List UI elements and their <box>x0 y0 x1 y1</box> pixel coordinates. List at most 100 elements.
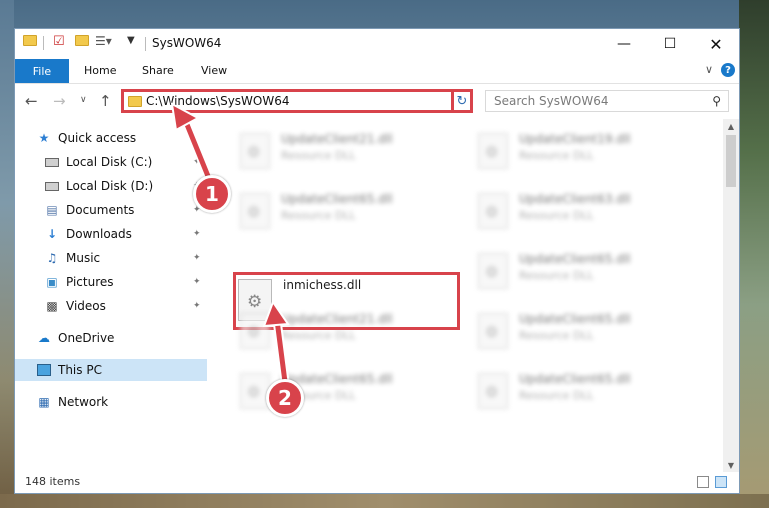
list-item[interactable]: ⚙ UpdateClient21.dll Resource DLL <box>234 127 464 177</box>
help-button[interactable]: ? <box>721 63 735 77</box>
details-view-icon[interactable] <box>697 476 709 488</box>
videos-icon: ▩ <box>46 299 58 313</box>
file-type: Resource DLL <box>281 149 356 162</box>
drive-icon <box>45 179 59 193</box>
address-path: C:\Windows\SysWOW64 <box>146 94 290 108</box>
desktop-background-bottom <box>0 494 769 508</box>
address-bar[interactable]: C:\Windows\SysWOW64 ∨ <box>121 89 471 113</box>
close-button[interactable]: ✕ <box>693 29 739 59</box>
cloud-icon: ☁ <box>38 331 50 345</box>
dll-file-icon: ⚙ <box>478 193 508 229</box>
up-arrow-icon[interactable]: ↑ <box>99 92 112 110</box>
sidebar-item-label: Music <box>66 251 101 265</box>
download-icon: ↓ <box>46 227 58 241</box>
pin-icon[interactable]: ✦ <box>193 253 201 263</box>
dll-file-icon: ⚙ <box>240 313 270 349</box>
ribbon-tabs: File Home Share View ∨ ? <box>15 59 739 84</box>
tab-home[interactable]: Home <box>84 64 116 77</box>
sidebar-item-videos[interactable]: ▩ Videos ✦ <box>15 295 207 317</box>
sidebar-item-onedrive[interactable]: ☁ OneDrive <box>15 327 207 349</box>
sidebar-item-local-disk-d[interactable]: Local Disk (D:) ✦ <box>15 175 207 197</box>
dll-file-icon: ⚙ <box>478 313 508 349</box>
search-placeholder: Search SysWOW64 <box>494 94 609 108</box>
search-input[interactable]: Search SysWOW64 ⚲ <box>485 90 729 112</box>
forward-arrow-icon[interactable]: → <box>53 92 66 110</box>
file-name: UpdateClient65.dll <box>519 372 631 386</box>
sidebar-item-downloads[interactable]: ↓ Downloads ✦ <box>15 223 207 245</box>
tab-view[interactable]: View <box>201 64 227 77</box>
music-icon: ♫ <box>46 251 58 265</box>
pin-icon[interactable]: ✦ <box>193 301 201 311</box>
sidebar-item-documents[interactable]: ▤ Documents ✦ <box>15 199 207 221</box>
step-1-badge: 1 <box>193 175 231 213</box>
sidebar-item-label: Videos <box>66 299 106 313</box>
sidebar-item-music[interactable]: ♫ Music ✦ <box>15 247 207 269</box>
sidebar-item-local-disk-c[interactable]: Local Disk (C:) ✦ <box>15 151 207 173</box>
list-item[interactable]: ⚙ UpdateClient63.dll Resource DLL <box>472 187 702 237</box>
dll-file-icon: ⚙ <box>240 193 270 229</box>
back-arrow-icon[interactable]: ← <box>25 92 38 110</box>
star-icon: ★ <box>38 131 50 145</box>
desktop-background-left <box>0 0 14 508</box>
file-name: UpdateClient21.dll <box>281 132 393 146</box>
sidebar-item-label: Local Disk (D:) <box>66 179 154 193</box>
list-item[interactable]: ⚙ UpdateClient65.dll Resource DLL <box>472 247 702 297</box>
scroll-down-icon[interactable]: ▼ <box>723 458 739 472</box>
file-type: Resource DLL <box>519 329 594 342</box>
vertical-scrollbar[interactable]: ▲ ▼ <box>723 119 739 472</box>
network-icon: ▦ <box>38 395 50 409</box>
tab-file[interactable]: File <box>15 59 69 83</box>
drive-icon <box>45 155 59 169</box>
file-type: Resource DLL <box>519 149 594 162</box>
file-name: inmichess.dll <box>283 278 362 292</box>
search-icon: ⚲ <box>712 94 721 108</box>
expand-ribbon-icon[interactable]: ∨ <box>705 63 713 76</box>
recent-locations-icon[interactable]: ∨ <box>80 95 87 105</box>
properties-icon[interactable]: ☑ <box>53 34 65 49</box>
sidebar-item-network[interactable]: ▦ Network <box>15 391 207 413</box>
dll-file-icon: ⚙ <box>478 133 508 169</box>
pictures-icon: ▣ <box>46 275 58 289</box>
file-name: UpdateClient21.dll <box>281 312 393 326</box>
sidebar-item-label: OneDrive <box>58 331 115 345</box>
file-explorer-window: ☑ ☰▾ ▼ SysWOW64 — ☐ ✕ File Home Share Vi… <box>14 28 740 494</box>
scroll-thumb[interactable] <box>726 135 736 187</box>
file-name: UpdateClient19.dll <box>519 132 631 146</box>
file-type: Resource DLL <box>281 329 356 342</box>
sidebar-item-pictures[interactable]: ▣ Pictures ✦ <box>15 271 207 293</box>
list-item[interactable]: ⚙ UpdateClient65.dll Resource DLL <box>472 367 702 417</box>
customize-toolbar-icon[interactable]: ☰▾ <box>95 34 112 48</box>
sidebar-item-label: Pictures <box>66 275 114 289</box>
title-bar: ☑ ☰▾ ▼ SysWOW64 — ☐ ✕ <box>15 29 739 59</box>
window-title: SysWOW64 <box>152 36 222 50</box>
address-row: ← → ∨ ↑ C:\Windows\SysWOW64 ∨ ↻ Search S… <box>15 84 739 118</box>
pin-icon[interactable]: ✦ <box>193 229 201 239</box>
sidebar-item-this-pc[interactable]: This PC <box>15 359 207 381</box>
list-item[interactable]: ⚙ UpdateClient19.dll Resource DLL <box>472 127 702 177</box>
pin-icon[interactable]: ✦ <box>193 277 201 287</box>
list-item[interactable]: ⚙ UpdateClient65.dll Resource DLL <box>472 307 702 357</box>
tab-share[interactable]: Share <box>142 64 174 77</box>
file-type: Resource DLL <box>519 389 594 402</box>
file-name: UpdateClient65.dll <box>519 252 631 266</box>
large-icons-view-icon[interactable] <box>715 476 727 488</box>
new-folder-icon[interactable] <box>75 35 89 46</box>
step-2-badge: 2 <box>266 379 304 417</box>
sidebar-item-label: Local Disk (C:) <box>66 155 153 169</box>
minimize-button[interactable]: — <box>601 29 647 59</box>
scroll-up-icon[interactable]: ▲ <box>723 119 739 133</box>
navigation-pane: ★ Quick access Local Disk (C:) ✦ Local D… <box>15 119 207 472</box>
window-folder-icon <box>23 35 37 46</box>
address-folder-icon <box>128 96 142 107</box>
quick-access-dropdown-icon[interactable]: ▼ <box>127 35 135 46</box>
maximize-button[interactable]: ☐ <box>647 29 693 59</box>
list-item[interactable]: ⚙ UpdateClient21.dll Resource DLL <box>234 307 464 357</box>
refresh-button[interactable]: ↻ <box>451 89 473 113</box>
pin-icon[interactable]: ✦ <box>193 157 201 167</box>
file-type: Resource DLL <box>281 209 356 222</box>
dll-file-icon: ⚙ <box>240 373 270 409</box>
file-list: ⚙ UpdateClient21.dll Resource DLL ⚙ Upda… <box>208 119 722 472</box>
sidebar-item-quick-access[interactable]: ★ Quick access <box>15 127 207 149</box>
list-item[interactable]: ⚙ UpdateClient65.dll Resource DLL <box>234 187 464 237</box>
dll-file-icon: ⚙ <box>478 373 508 409</box>
